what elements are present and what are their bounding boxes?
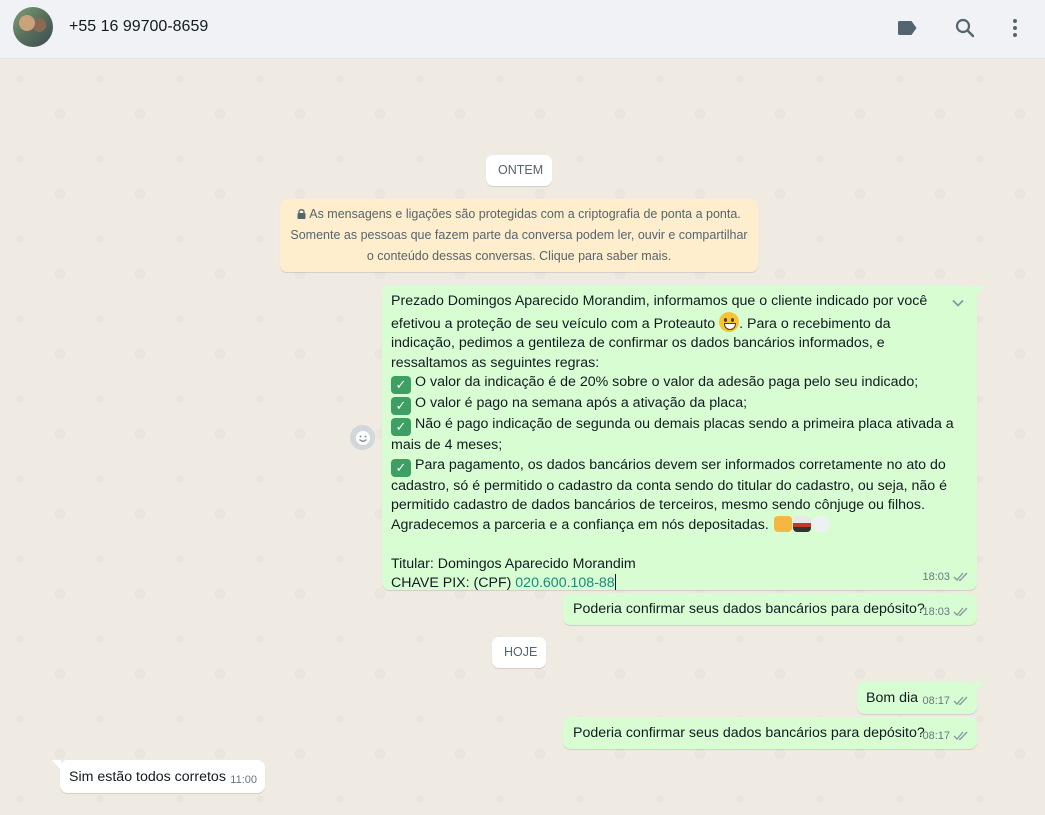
lock-icon xyxy=(297,209,306,219)
message-time: 18:03 xyxy=(922,570,950,583)
message-time: 08:17 xyxy=(922,729,950,742)
dash-emoji-icon xyxy=(811,515,830,532)
bubble-tail xyxy=(52,760,61,770)
chevron-down-icon[interactable] xyxy=(949,294,967,312)
label-icon[interactable] xyxy=(895,16,919,40)
bubble-tail xyxy=(976,286,985,296)
message-meta: 18:03 xyxy=(922,603,969,623)
double-check-icon xyxy=(953,572,968,581)
encryption-notice-line1: As mensagens e ligações são protegidas c… xyxy=(290,204,748,225)
handshake-emoji-icon xyxy=(773,515,792,532)
chat-header: +55 16 99700-8659 xyxy=(0,0,1045,59)
date-divider-yesterday: ONTEM xyxy=(486,155,552,186)
message-text: Bom dia xyxy=(866,690,919,706)
message-text: Poderia confirmar seus dados bancários p… xyxy=(573,725,925,741)
incoming-message[interactable]: Sim estão todos corretos 11:00 xyxy=(52,760,265,793)
thanks-text: Agradecemos a parceria e a confiança em … xyxy=(391,516,773,533)
message-time: 18:03 xyxy=(922,605,950,618)
contact-name[interactable]: +55 16 99700-8659 xyxy=(69,18,208,36)
message-meta: 08:17 xyxy=(922,692,969,712)
emoji-react-button[interactable] xyxy=(350,425,375,450)
bubble-tail xyxy=(976,682,985,692)
rule-text: Não é pago indicação de segunda ou demai… xyxy=(391,416,954,453)
double-check-icon xyxy=(953,731,968,740)
kebab-menu-icon[interactable] xyxy=(1003,16,1027,40)
outgoing-message-long[interactable]: Prezado Domingos Aparecido Morandim, inf… xyxy=(382,286,985,591)
outgoing-message[interactable]: Poderia confirmar seus dados bancários p… xyxy=(563,717,977,749)
search-icon[interactable] xyxy=(953,16,977,40)
grinning-emoji-icon xyxy=(719,311,740,332)
rule-text: O valor da indicação é de 20% sobre o va… xyxy=(415,374,919,390)
date-divider-today: HOJE xyxy=(492,637,546,668)
rule-text: O valor é pago na semana após a ativação… xyxy=(415,395,748,411)
rule-text: Para pagamento, os dados bancários devem… xyxy=(391,456,948,514)
message-time: 11:00 xyxy=(230,773,257,786)
message-time: 08:17 xyxy=(922,694,950,707)
check-mark-emoji-icon: ✓ xyxy=(391,418,411,436)
text-caret xyxy=(614,574,616,590)
message-meta: 11:00 xyxy=(230,771,257,791)
smiley-icon xyxy=(355,430,370,445)
truck-emoji-icon xyxy=(792,515,811,532)
encryption-notice[interactable]: As mensagens e ligações são protegidas c… xyxy=(280,199,758,272)
message-text: Poderia confirmar seus dados bancários p… xyxy=(573,601,925,617)
pix-key-link[interactable]: 020.600.108-88 xyxy=(515,575,614,591)
encryption-notice-text1: As mensagens e ligações são protegidas c… xyxy=(309,207,741,221)
encryption-notice-line2: Somente as pessoas que fazem parte da co… xyxy=(290,228,748,242)
message-body: Prezado Domingos Aparecido Morandim, inf… xyxy=(391,292,956,594)
check-mark-emoji-icon: ✓ xyxy=(391,397,411,415)
encryption-notice-line3: o conteúdo dessas conversas. Clique para… xyxy=(366,249,672,263)
account-holder-text: Titular: Domingos Aparecido Morandim xyxy=(391,555,636,572)
outgoing-message[interactable]: Bom dia 08:17 xyxy=(857,682,985,714)
message-meta: 18:03 xyxy=(922,568,969,588)
contact-avatar[interactable] xyxy=(13,7,53,47)
pix-label: CHAVE PIX: (CPF) xyxy=(391,575,516,591)
outgoing-message[interactable]: Poderia confirmar seus dados bancários p… xyxy=(563,593,977,625)
check-mark-emoji-icon: ✓ xyxy=(391,458,411,477)
double-check-icon xyxy=(953,696,968,705)
message-meta: 08:17 xyxy=(922,727,969,747)
double-check-icon xyxy=(953,607,968,616)
message-text: Sim estão todos corretos xyxy=(69,769,226,785)
check-mark-emoji-icon: ✓ xyxy=(391,376,411,394)
